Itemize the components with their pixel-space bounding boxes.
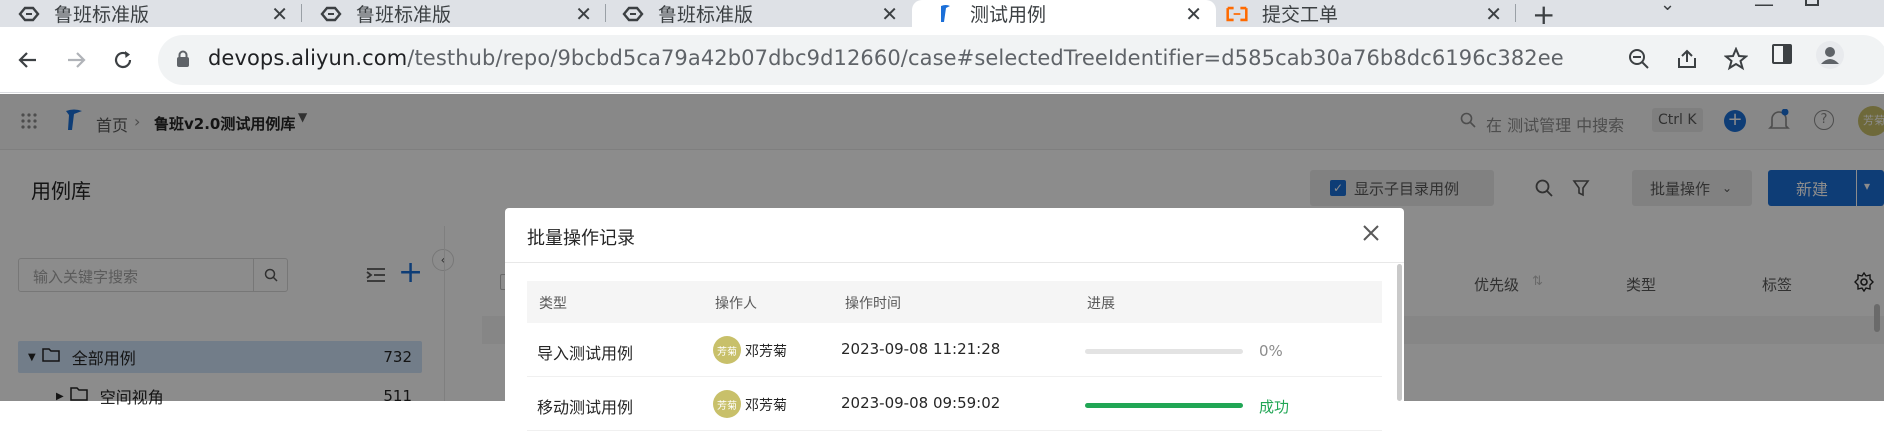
browser-tab-5[interactable]: 提交工单 ✕ (1216, 0, 1516, 27)
tab-title: 鲁班标准版 (54, 4, 150, 26)
aliyun-devops-icon (18, 3, 40, 25)
tab-title: 鲁班标准版 (658, 4, 754, 26)
back-arrow-icon[interactable] (12, 44, 44, 76)
browser-toolbar: devops.aliyun.com/testhub/repo/9bcbd5ca7… (0, 27, 1884, 93)
progress-text: 成功 (1259, 398, 1290, 416)
window-restore-icon[interactable] (1805, 0, 1819, 6)
close-icon[interactable]: ✕ (1485, 2, 1502, 26)
aliyun-devops-icon (320, 3, 342, 25)
dialog-divider (505, 262, 1404, 263)
testhub-icon (934, 3, 956, 25)
table-row: 导入测试用例 芳菊 邓芳菊 2023-09-08 11:21:28 0% (527, 323, 1382, 377)
progress-text: 0% (1259, 342, 1283, 360)
record-type: 导入测试用例 (537, 344, 634, 363)
zoom-out-icon[interactable] (1628, 48, 1650, 74)
aliyun-ticket-icon (1226, 3, 1248, 25)
avatar: 芳菊 (713, 336, 741, 364)
close-icon[interactable]: ✕ (1185, 2, 1202, 26)
tab-title: 提交工单 (1262, 4, 1339, 26)
address-bar[interactable]: devops.aliyun.com/testhub/repo/9bcbd5ca7… (158, 35, 1884, 85)
tab-title: 测试用例 (970, 4, 1047, 26)
reload-icon[interactable] (107, 44, 139, 76)
side-panel-icon[interactable] (1772, 44, 1792, 64)
header-type: 类型 (539, 296, 567, 312)
close-icon[interactable]: ✕ (575, 2, 592, 26)
header-time: 操作时间 (845, 296, 901, 312)
record-time: 2023-09-08 11:21:28 (841, 340, 1001, 358)
aliyun-devops-icon (622, 3, 644, 25)
bookmark-star-icon[interactable] (1723, 46, 1749, 75)
share-icon[interactable] (1676, 48, 1698, 74)
record-time: 2023-09-08 09:59:02 (841, 394, 1001, 412)
record-operator: 邓芳菊 (745, 398, 787, 414)
tab-search-chevron-icon[interactable]: ⌄ (1660, 0, 1675, 15)
url-host: devops.aliyun.com (208, 46, 408, 70)
browser-tab-1[interactable]: 鲁班标准版 ✕ (18, 0, 302, 27)
close-icon[interactable]: ✕ (881, 2, 898, 26)
header-operator: 操作人 (715, 296, 757, 312)
progress-bar (1085, 349, 1243, 354)
url-path: /testhub/repo/9bcbd5ca79a42b07dbc9d12660… (407, 46, 1564, 70)
progress-fill (1085, 403, 1243, 408)
record-type: 移动测试用例 (537, 398, 634, 417)
record-operator: 邓芳菊 (745, 344, 787, 360)
table-row: 移动测试用例 芳菊 邓芳菊 2023-09-08 09:59:02 成功 (527, 377, 1382, 431)
close-icon[interactable] (1358, 220, 1384, 246)
browser-tab-active[interactable]: 测试用例 ✕ (912, 0, 1216, 27)
window-minimize-icon[interactable]: — (1754, 0, 1774, 16)
profile-icon[interactable] (1816, 41, 1844, 69)
tab-title: 鲁班标准版 (356, 4, 452, 26)
header-progress: 进展 (1087, 296, 1115, 312)
browser-tab-2[interactable]: 鲁班标准版 ✕ (320, 0, 606, 27)
avatar: 芳菊 (713, 390, 741, 418)
url-text: devops.aliyun.com/testhub/repo/9bcbd5ca7… (208, 46, 1564, 70)
lock-icon[interactable] (176, 50, 190, 72)
forward-arrow-icon[interactable] (60, 44, 92, 76)
records-table-header: 类型 操作人 操作时间 进展 (527, 281, 1382, 323)
browser-tab-strip: 鲁班标准版 ✕ 鲁班标准版 ✕ 鲁班标准版 ✕ 测试用例 ✕ 提交工单 ✕ + … (0, 0, 1884, 31)
batch-record-dialog: 批量操作记录 类型 操作人 操作时间 进展 导入测试用例 芳菊 邓芳菊 2023… (505, 208, 1404, 431)
dialog-scrollbar[interactable] (1397, 264, 1402, 401)
progress-bar (1085, 403, 1243, 408)
browser-tab-3[interactable]: 鲁班标准版 ✕ (622, 0, 912, 27)
close-icon[interactable]: ✕ (271, 2, 288, 26)
dialog-title: 批量操作记录 (527, 228, 635, 249)
